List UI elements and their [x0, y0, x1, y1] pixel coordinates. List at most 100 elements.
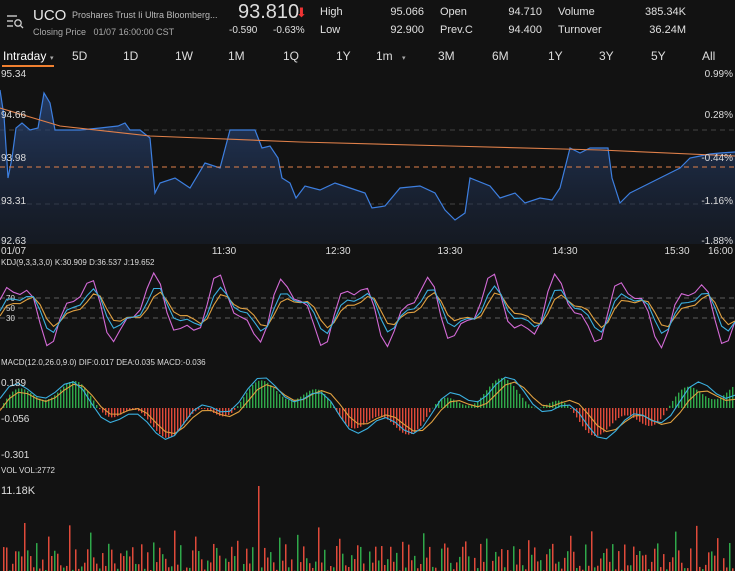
macd-bar	[315, 389, 317, 408]
tab-1q[interactable]: 1Q	[283, 49, 299, 63]
volume-bar	[60, 565, 62, 571]
macd-bar	[204, 408, 206, 410]
macd-bar	[657, 408, 659, 423]
volume-bar	[138, 564, 140, 571]
volume-bar	[258, 486, 260, 571]
volume-bar	[606, 548, 608, 571]
macd-bar	[363, 408, 365, 425]
tab-1y[interactable]: 1Y	[336, 49, 351, 63]
period-tabs: Intraday ▾ 5D 1D 1W 1M 1Q 1Y 1m ▾ 3M 6M …	[0, 46, 735, 68]
volume-bar	[714, 555, 716, 571]
macd-bar	[246, 392, 248, 408]
macd-dea: DEA:0.035	[116, 358, 155, 367]
volume-bar	[318, 527, 320, 571]
volume-bar	[504, 567, 506, 571]
tab-1w[interactable]: 1W	[175, 49, 193, 63]
volume-bar	[627, 565, 629, 571]
tab-1m[interactable]: 1M	[228, 49, 245, 63]
macd-bar	[408, 408, 410, 435]
macd-title: MACD(12.0,26.0,9.0)	[1, 358, 77, 367]
volume-bar	[225, 558, 227, 571]
volume-bar	[339, 538, 341, 571]
tab-1y-range[interactable]: 1Y	[548, 49, 563, 63]
volume-bar	[33, 567, 35, 571]
macd-bar	[528, 404, 530, 408]
macd-bar	[462, 404, 464, 408]
volume-bar	[6, 547, 8, 571]
macd-bar	[705, 396, 707, 408]
macd-mid-label: -0.056	[1, 414, 30, 425]
macd-bar	[309, 390, 311, 408]
macd-bar	[207, 408, 209, 410]
price-chart[interactable]: 95.34 94.66 93.98 93.31 92.63 0.99% 0.28…	[0, 68, 735, 258]
macd-bar	[516, 389, 518, 408]
tab-all[interactable]: All	[702, 49, 715, 63]
chevron-down-icon[interactable]: ▾	[50, 54, 54, 62]
tab-1d[interactable]: 1D	[123, 49, 138, 63]
tab-intraday[interactable]: Intraday	[3, 49, 46, 63]
macd-bar	[525, 401, 527, 408]
macd-bar	[84, 387, 86, 408]
macd-bar	[456, 401, 458, 408]
macd-bar	[441, 398, 443, 408]
volume-bar	[381, 546, 383, 571]
volume-bar	[168, 567, 170, 571]
volume-bar	[198, 551, 200, 571]
macd-chart[interactable]: 0.189 -0.056 -0.301	[0, 368, 735, 460]
macd-bar	[18, 388, 20, 408]
volume-bar	[516, 564, 518, 571]
kdj-chart[interactable]: 70 50 30	[0, 266, 735, 356]
tab-5y[interactable]: 5Y	[651, 49, 666, 63]
volume-bar	[213, 543, 215, 571]
macd-bar	[114, 408, 116, 418]
prevc-value: 94.400	[508, 24, 542, 36]
macd-bar	[99, 408, 101, 410]
macd-bar	[543, 406, 545, 408]
volume-bar	[414, 555, 416, 571]
volume-bar	[105, 565, 107, 571]
tab-5d[interactable]: 5D	[72, 49, 87, 63]
volume-bar	[84, 562, 86, 571]
macd-bar	[300, 396, 302, 408]
volume-bar	[231, 546, 233, 571]
volume-bar	[450, 562, 452, 571]
macd-bar	[345, 408, 347, 425]
tab-3m[interactable]: 3M	[438, 49, 455, 63]
tab-3y[interactable]: 3Y	[599, 49, 614, 63]
tab-6m[interactable]: 6M	[492, 49, 509, 63]
volume-bar	[705, 564, 707, 571]
volume-bar	[333, 567, 335, 571]
volume-bar	[51, 555, 53, 571]
open-value: 94.710	[508, 6, 542, 18]
volume-bar	[396, 552, 398, 571]
chevron-down-icon[interactable]: ▾	[402, 54, 406, 62]
volume-bar	[291, 559, 293, 571]
volume-bar	[141, 544, 143, 571]
macd-bar	[414, 408, 416, 433]
macd-bar	[513, 385, 515, 408]
volume-bar	[513, 546, 515, 571]
macd-bar	[531, 406, 533, 408]
macd-bar	[486, 390, 488, 408]
volume-bar	[75, 549, 77, 571]
volume-bar	[483, 561, 485, 571]
volume-chart[interactable]: 11.18K	[0, 476, 735, 571]
volume-bar	[522, 565, 524, 571]
macd-bar	[621, 408, 623, 417]
tab-1min[interactable]: 1m	[376, 49, 393, 63]
macd-bar	[465, 405, 467, 408]
volume-bar	[210, 562, 212, 571]
macd-bar	[96, 405, 98, 408]
macd-bar	[720, 397, 722, 408]
volume-bar	[132, 547, 134, 571]
macd-bar	[432, 407, 434, 409]
volume-bar	[591, 531, 593, 571]
macd-bar	[504, 378, 506, 408]
macd-bar	[150, 408, 152, 424]
macd-bar	[369, 408, 371, 421]
kdj-k-line	[0, 285, 735, 335]
macd-bar	[588, 408, 590, 434]
menu-search-icon[interactable]	[6, 12, 24, 30]
volume-bar	[348, 566, 350, 571]
macd-bar	[162, 408, 164, 437]
